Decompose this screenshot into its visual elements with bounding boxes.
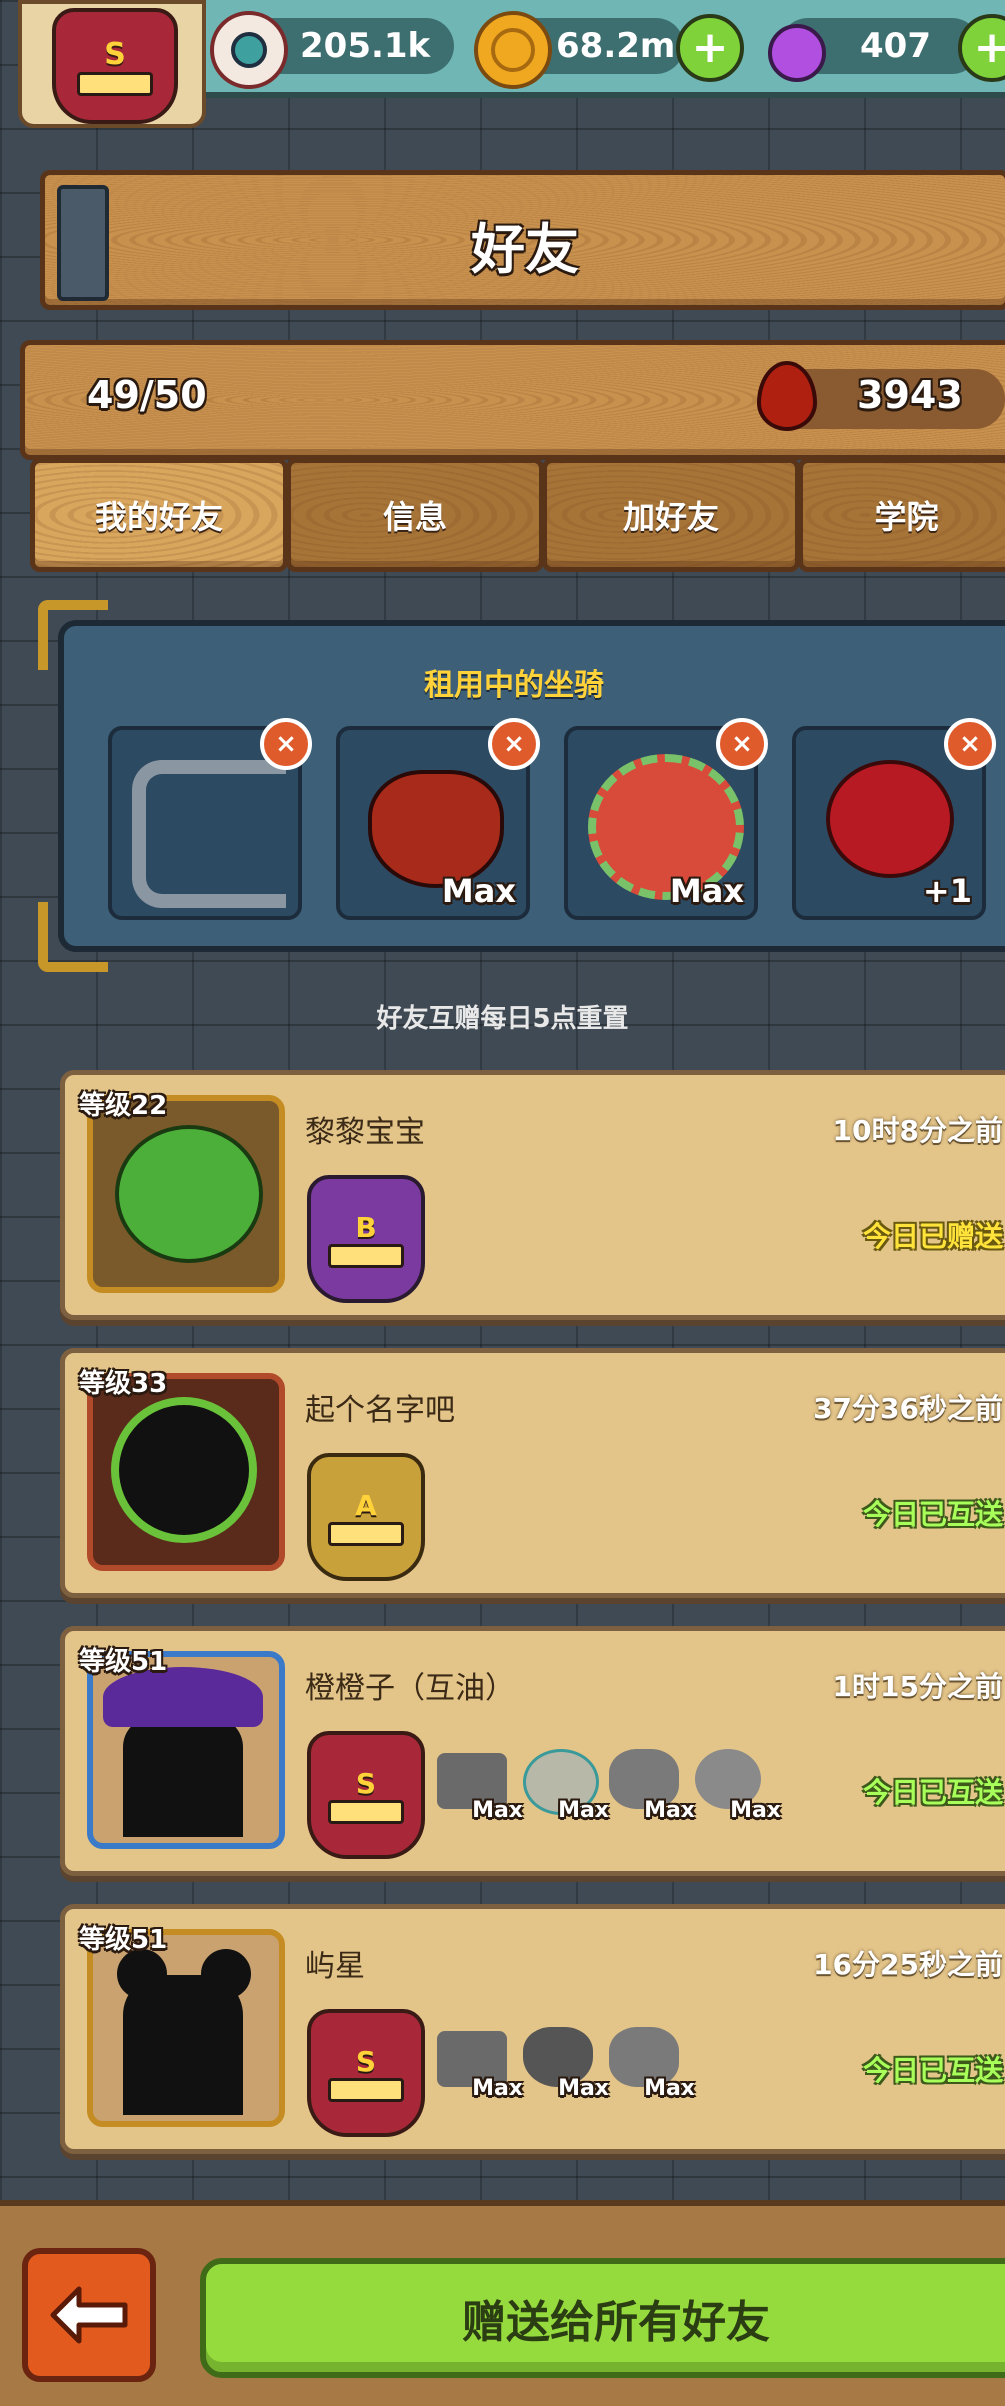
friend-name: 黎黎宝宝 [305, 1115, 425, 1150]
friend-level: 等级51 [79, 1925, 168, 1955]
mount-level-label: Max [644, 1798, 695, 1823]
tab-add-friend-label: 加好友 [622, 498, 719, 536]
give-all-friends-label: 赠送给所有好友 [462, 2297, 770, 2348]
tab-my-friends[interactable]: 我的好友 [30, 458, 288, 572]
friend-card[interactable]: 等级22 黎黎宝宝 10时8分之前 B 今日已赠送 [60, 1070, 1005, 1320]
remove-mount-4-button[interactable]: × [944, 718, 996, 770]
tab-messages-label: 信息 [382, 498, 447, 536]
gift-status: 今日已赠送 [862, 1220, 1003, 1253]
lion-dance-mount-icon: Max [523, 1739, 609, 1823]
potion-count: 407 [860, 26, 931, 66]
tab-academy[interactable]: 学院 [798, 458, 1005, 572]
mech-mount-icon: Max [437, 2017, 523, 2101]
mount-2-level-label: Max [441, 872, 516, 910]
bun-hair-avatar-icon [87, 1929, 285, 2127]
tab-messages[interactable]: 信息 [286, 458, 544, 572]
eyeball-icon [210, 11, 288, 89]
friend-rank-badge: A [307, 1453, 425, 1581]
mount-level-label: Max [472, 1798, 523, 1823]
rank-badge-teeth [77, 71, 153, 96]
mech-mount-icon: Max [437, 1739, 523, 1823]
dragon-mount-icon: Max [609, 2017, 695, 2101]
rose-mount-icon [826, 760, 954, 878]
horned-demon-mount-icon: Max [523, 2017, 609, 2101]
mount-level-label: Max [644, 2076, 695, 2101]
tab-my-friends-label: 我的好友 [94, 498, 223, 536]
mount-level-label: Max [558, 1798, 609, 1823]
mount-3-level-label: Max [669, 872, 744, 910]
remove-mount-2-button[interactable]: × [488, 718, 540, 770]
rose-mount-icon: Max [695, 1739, 781, 1823]
friend-name: 起个名字吧 [305, 1393, 455, 1428]
friend-rank-letter: S [355, 1766, 377, 1800]
gift-status: 今日已互送 [862, 2054, 1003, 2087]
friend-name: 橙橙子（互油） [305, 1671, 515, 1706]
remove-mount-3-button[interactable]: × [716, 718, 768, 770]
rented-mounts-panel: 租用中的坐骑 × Max × Max × +1 × [38, 600, 1005, 972]
blood-count: 3943 [857, 373, 963, 417]
friend-rank-letter: S [355, 2044, 377, 2078]
rank-badge-shield: S [52, 8, 178, 124]
rented-mounts-title: 租用中的坐骑 [424, 668, 604, 703]
friend-rank-letter: B [355, 1210, 377, 1244]
tab-add-friend[interactable]: 加好友 [542, 458, 800, 572]
title-plank: 好友 [40, 170, 1005, 310]
friend-rank-badge: S [307, 1731, 425, 1859]
friend-card[interactable]: 等级51 屿星 16分25秒之前 S Max Max Max 今日已互送 [60, 1904, 1005, 2154]
fuzzy-black-avatar-icon [87, 1373, 285, 1571]
rank-badge-letter: S [104, 36, 126, 72]
friend-name: 屿星 [305, 1949, 365, 1984]
rank-badge-teeth [328, 1521, 404, 1546]
witch-hat-avatar-icon [87, 1651, 285, 1849]
mount-level-label: Max [730, 1798, 781, 1823]
back-button[interactable] [22, 2248, 156, 2382]
mech-mount-icon [132, 760, 286, 908]
friend-last-seen: 37分36秒之前 [813, 1392, 1003, 1425]
add-coins-button[interactable]: + [676, 14, 744, 82]
stats-plank: 49/50 3943 [20, 340, 1005, 460]
potion-icon [762, 11, 832, 82]
rank-badge-teeth [328, 1243, 404, 1268]
friend-count: 49/50 [87, 373, 207, 417]
gift-status: 今日已互送 [862, 1498, 1003, 1531]
cabbage-avatar-icon [87, 1095, 285, 1293]
coin-count: 68.2m [556, 26, 676, 66]
reset-notice: 好友互赠每日5点重置 [376, 1004, 629, 1034]
eyeball-count: 205.1k [300, 26, 431, 66]
friend-rank-badge: B [307, 1175, 425, 1303]
gift-status: 今日已互送 [862, 1776, 1003, 1809]
back-arrow-icon [50, 2286, 128, 2344]
page-title: 好友 [471, 218, 579, 281]
friend-rank-letter: A [355, 1488, 377, 1522]
friend-level: 等级33 [79, 1369, 168, 1399]
dragon-mount-icon: Max [609, 1739, 695, 1823]
friend-card[interactable]: 等级51 橙橙子（互油） 1时15分之前 S Max Max Max Max 今… [60, 1626, 1005, 1876]
mount-level-label: Max [472, 2076, 523, 2101]
friend-last-seen: 1时15分之前 [832, 1670, 1003, 1703]
mount-4-count-label: +1 [922, 872, 972, 910]
friend-last-seen: 10时8分之前 [832, 1114, 1003, 1147]
mount-level-label: Max [558, 2076, 609, 2101]
horned-demon-mount-icon [368, 770, 504, 888]
friend-card[interactable]: 等级33 起个名字吧 37分36秒之前 A 今日已互送 [60, 1348, 1005, 1598]
friend-last-seen: 16分25秒之前 [813, 1948, 1003, 1981]
tab-academy-label: 学院 [874, 498, 939, 536]
friend-level: 等级22 [79, 1091, 168, 1121]
rank-badge-teeth [328, 2077, 404, 2102]
remove-mount-1-button[interactable]: × [260, 718, 312, 770]
friend-level: 等级51 [79, 1647, 168, 1677]
player-rank-badge[interactable]: S [18, 0, 206, 128]
friend-rank-badge: S [307, 2009, 425, 2137]
panel-corner-bottom-left [38, 902, 108, 972]
rank-badge-teeth [328, 1799, 404, 1824]
top-resource-bar: S 205.1k 68.2m + 407 + [0, 0, 1005, 128]
coin-icon [474, 11, 552, 89]
give-all-friends-button[interactable]: 赠送给所有好友 [200, 2258, 1005, 2378]
